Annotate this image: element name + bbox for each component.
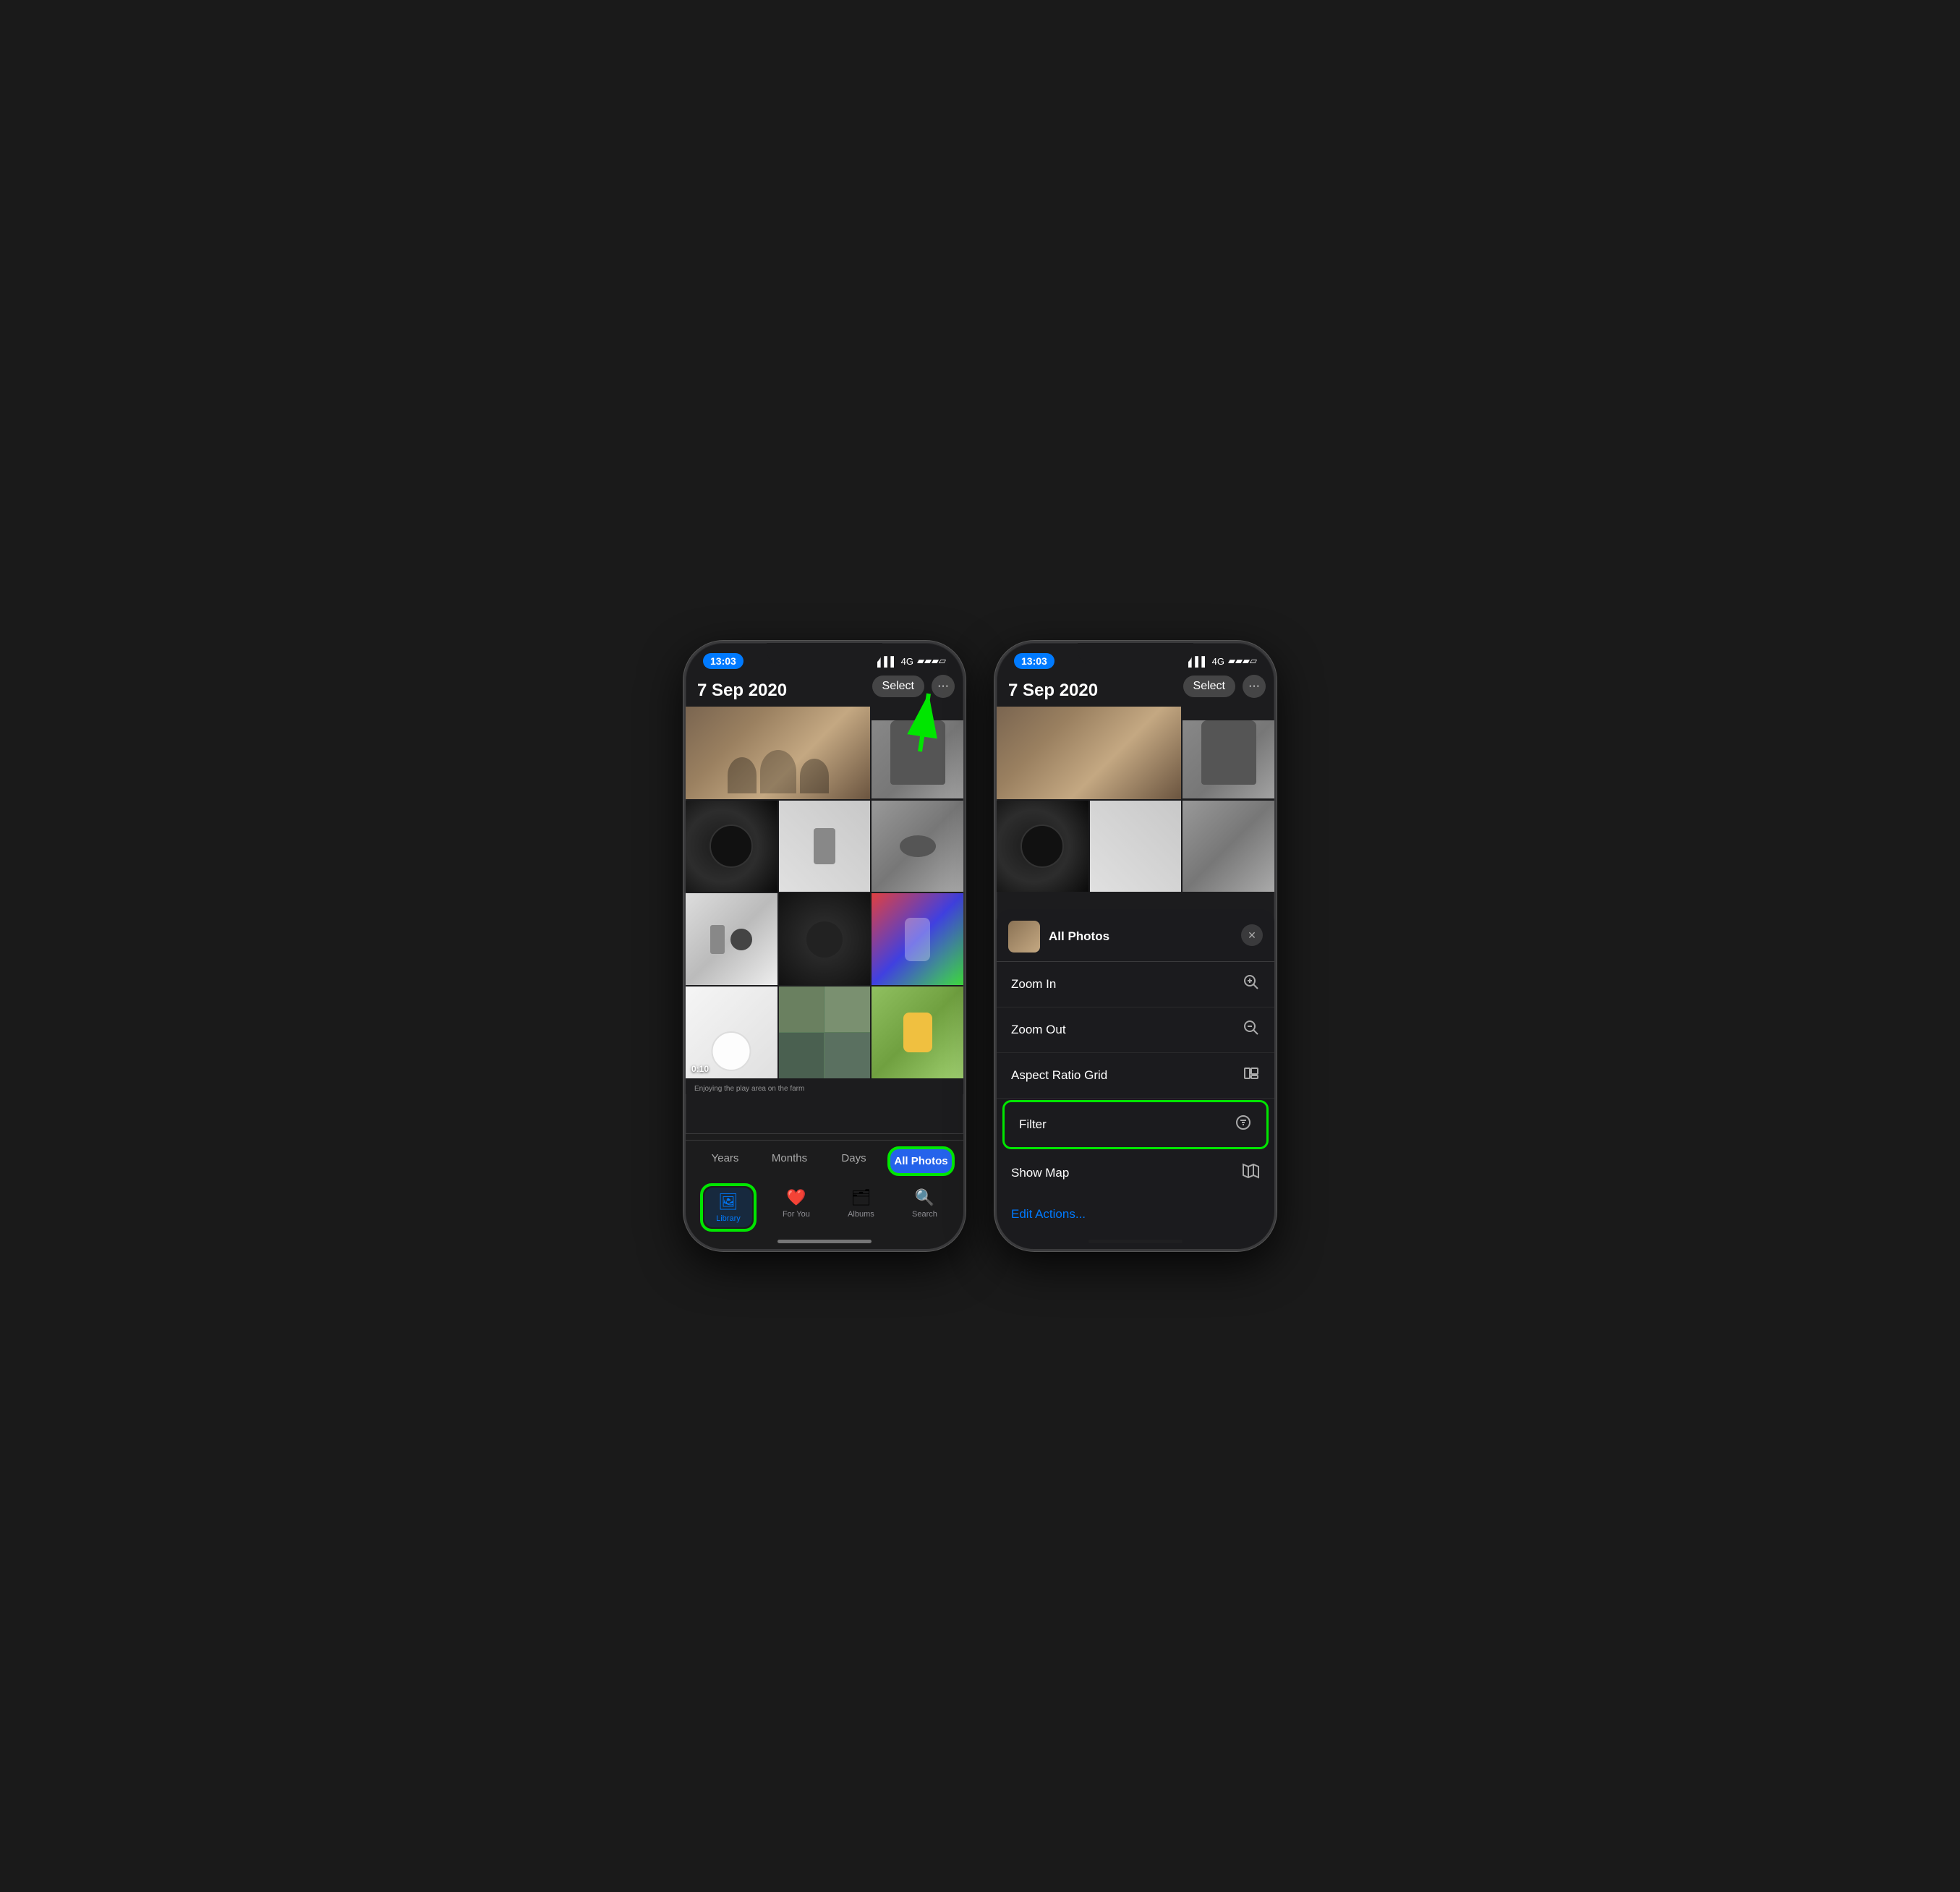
photo-cell-colorful[interactable] — [872, 893, 963, 985]
photo-grid-2 — [997, 707, 1274, 892]
context-menu-close-button[interactable]: ✕ — [1241, 924, 1263, 946]
battery-icon: ▰▰▰▱ — [917, 655, 946, 667]
more-button-2[interactable]: ··· — [1243, 675, 1266, 698]
context-menu-thumb — [1008, 921, 1040, 953]
filter-icon — [1235, 1114, 1252, 1135]
nav-tab-library[interactable]: 🖼 Library — [704, 1188, 752, 1227]
zoom-in-icon — [1243, 973, 1260, 995]
photo-grid-1: 0:10 — [686, 707, 963, 1078]
nav-tabs-1: 🖼 Library ❤️ For You 🗂 Albums 🔍 — [686, 1183, 963, 1232]
caption-area: Enjoying the play area on the farm — [686, 1078, 963, 1094]
photo-grid-cells: 0:10 — [686, 707, 963, 1078]
aspect-ratio-icon — [1243, 1065, 1260, 1086]
context-menu-item-aspect-ratio[interactable]: Aspect Ratio Grid — [997, 1053, 1274, 1099]
context-menu-item-zoom-out[interactable]: Zoom Out — [997, 1007, 1274, 1053]
home-bar-1 — [777, 1240, 872, 1243]
phone-2-screen: 13:03 ▌▌▌ 4G ▰▰▰▱ 7 Sep 2020 Select ··· — [997, 643, 1274, 1249]
nav-tab-search-label: Search — [912, 1210, 937, 1219]
status-time-1: 13:03 — [703, 653, 743, 669]
phone2-side-btn-power — [1274, 759, 1277, 824]
status-bar-2: 13:03 ▌▌▌ 4G ▰▰▰▱ — [997, 643, 1274, 672]
green-arrow — [884, 683, 942, 759]
status-icons-1: ▌▌▌ 4G ▰▰▰▱ — [877, 655, 946, 667]
photo-cell-spk2[interactable] — [779, 801, 871, 892]
photo-cell-spk1[interactable] — [686, 801, 777, 892]
show-map-icon — [1243, 1162, 1260, 1184]
tab-all-photos[interactable]: All Photos — [887, 1146, 955, 1176]
network-icon-2: 4G — [1212, 656, 1224, 667]
photo-cell-spk4[interactable] — [686, 893, 777, 985]
year-tabs: Years Months Days All Photos — [686, 1140, 963, 1183]
caption-text: Enjoying the play area on the farm — [694, 1085, 804, 1093]
edit-actions-link[interactable]: Edit Actions... — [997, 1196, 1274, 1227]
photo-cell-spk5[interactable] — [779, 893, 871, 985]
photo-cell-holder1[interactable]: 0:10 — [686, 987, 777, 1078]
photo-cell-2-faces — [997, 707, 1181, 799]
close-icon: ✕ — [1248, 929, 1256, 942]
side-btn-power — [963, 759, 966, 824]
phones-container: 13:03 ▌▌▌ 4G ▰▰▰▱ 7 Sep 2020 Select ··· — [683, 641, 1277, 1251]
nav-tab-albums[interactable]: 🗂 Albums — [836, 1183, 886, 1232]
nav-tab-for-you[interactable]: ❤️ For You — [771, 1183, 822, 1232]
library-icon: 🖼 — [718, 1192, 738, 1212]
photo-cell-2-spk1 — [997, 801, 1088, 892]
context-menu-title: All Photos — [1049, 929, 1109, 944]
signal-icon-2: ▌▌▌ — [1188, 656, 1209, 667]
zoom-out-icon — [1243, 1019, 1260, 1041]
phone-1-screen: 13:03 ▌▌▌ 4G ▰▰▰▱ 7 Sep 2020 Select ··· — [686, 643, 963, 1249]
nav-tab-albums-label: Albums — [848, 1210, 874, 1219]
photo-cell-2-cup — [1183, 707, 1274, 798]
tab-years[interactable]: Years — [694, 1146, 756, 1176]
status-bar-1: 13:03 ▌▌▌ 4G ▰▰▰▱ — [686, 643, 963, 672]
filter-label: Filter — [1019, 1117, 1047, 1132]
photo-cell-grid-baby[interactable] — [779, 987, 871, 1078]
show-map-label: Show Map — [1011, 1166, 1069, 1180]
context-menu-items: Zoom In Zoom Out — [997, 962, 1274, 1196]
context-menu-item-zoom-in[interactable]: Zoom In — [997, 962, 1274, 1007]
for-you-icon: ❤️ — [786, 1188, 806, 1208]
context-menu-item-filter[interactable]: Filter — [1002, 1100, 1269, 1149]
nav-tab-library-label: Library — [716, 1214, 741, 1223]
phone-1: 13:03 ▌▌▌ 4G ▰▰▰▱ 7 Sep 2020 Select ··· — [683, 641, 966, 1251]
context-menu-header: All Photos ✕ — [997, 909, 1274, 962]
nav-library-wrapper: 🖼 Library — [700, 1183, 757, 1232]
aspect-ratio-label: Aspect Ratio Grid — [1011, 1068, 1107, 1083]
tab-months[interactable]: Months — [759, 1146, 820, 1176]
tab-days[interactable]: Days — [823, 1146, 885, 1176]
search-nav-icon: 🔍 — [914, 1188, 934, 1208]
photo-cell-2-spk3 — [1183, 801, 1274, 892]
battery-icon-2: ▰▰▰▱ — [1228, 655, 1257, 667]
zoom-out-label: Zoom Out — [1011, 1023, 1066, 1037]
phone-2: 13:03 ▌▌▌ 4G ▰▰▰▱ 7 Sep 2020 Select ··· — [994, 641, 1277, 1251]
select-button-2[interactable]: Select — [1183, 676, 1235, 697]
zoom-in-label: Zoom In — [1011, 977, 1056, 992]
context-menu: All Photos ✕ Zoom In — [997, 909, 1274, 1249]
nav-tab-search[interactable]: 🔍 Search — [900, 1183, 949, 1232]
network-icon: 4G — [901, 656, 913, 667]
status-icons-2: ▌▌▌ 4G ▰▰▰▱ — [1188, 655, 1257, 667]
photo-cell-2-spk2 — [1090, 801, 1182, 892]
photo-grid-cells-2 — [997, 707, 1274, 892]
bottom-tabs-1: Years Months Days All Photos 🖼 Library ❤… — [686, 1133, 963, 1249]
signal-icon: ▌▌▌ — [877, 656, 898, 667]
nav-tab-for-you-label: For You — [783, 1210, 810, 1219]
photo-cell-faces[interactable] — [686, 707, 870, 799]
status-time-2: 13:03 — [1014, 653, 1054, 669]
photo-cell-baby-outside[interactable] — [872, 987, 963, 1078]
albums-icon: 🗂 — [851, 1188, 871, 1208]
video-duration-badge: 0:10 — [691, 1064, 709, 1074]
context-menu-item-show-map[interactable]: Show Map — [997, 1151, 1274, 1196]
photo-cell-spk3[interactable] — [872, 801, 963, 892]
